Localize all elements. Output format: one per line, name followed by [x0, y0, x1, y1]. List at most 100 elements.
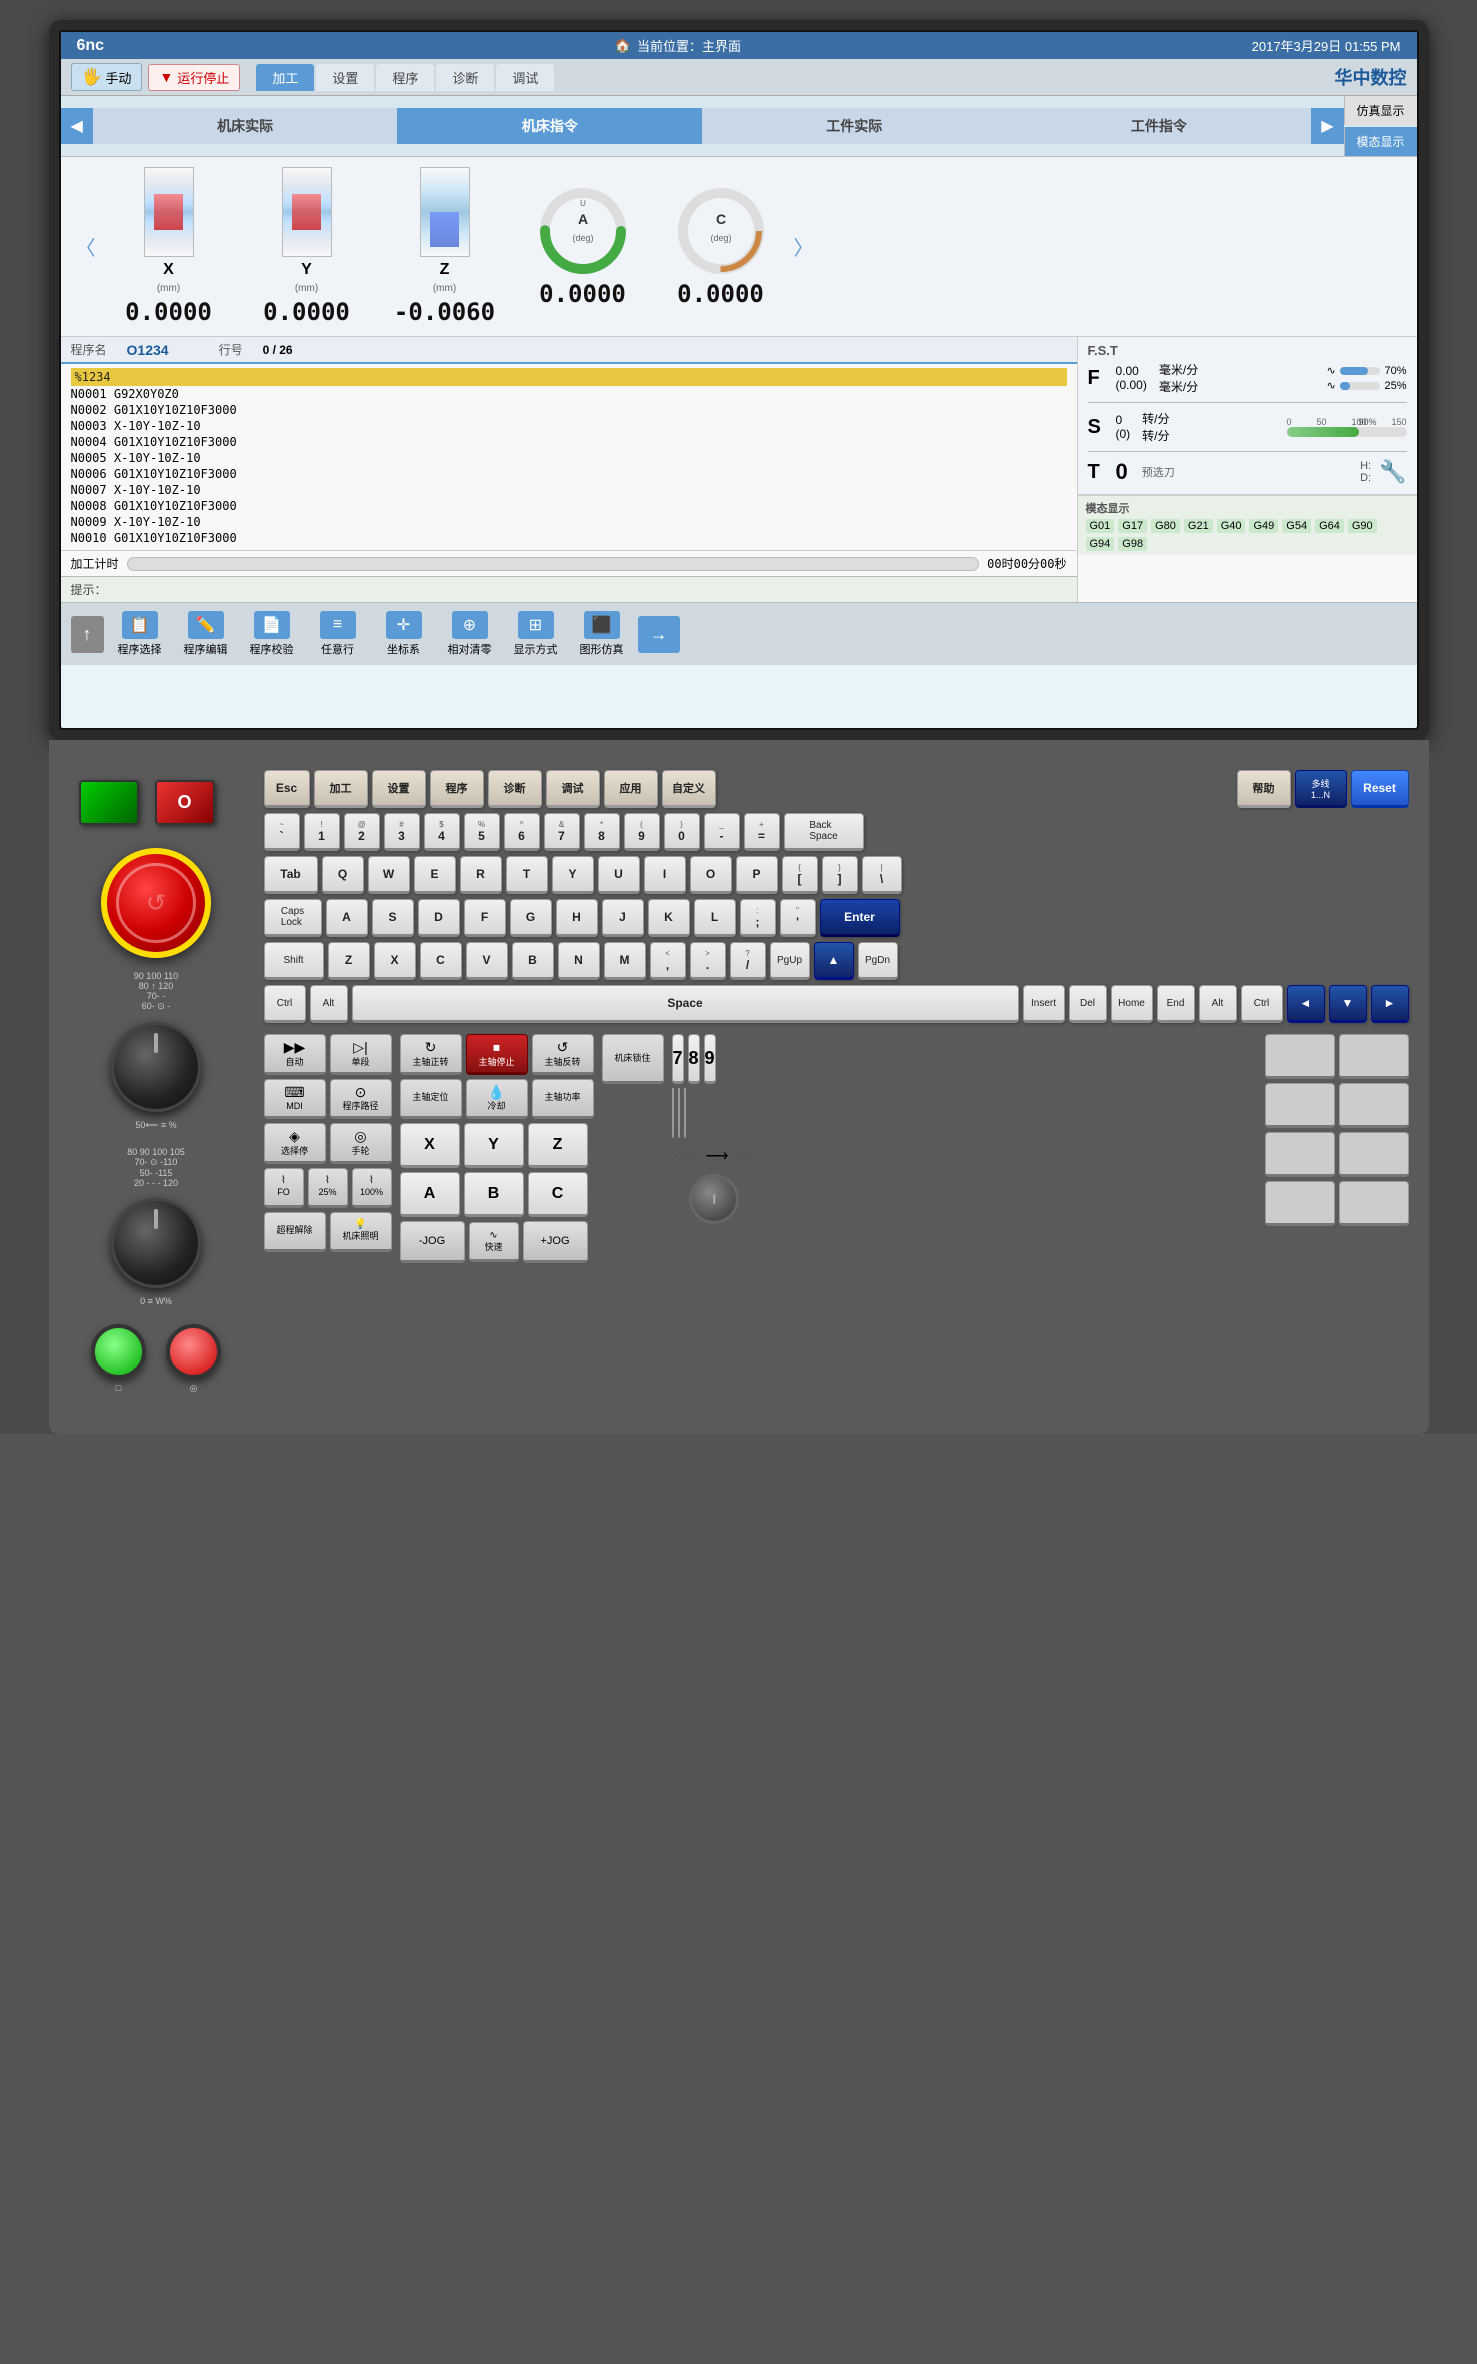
axis-tab-left[interactable]: ◀ — [61, 108, 93, 144]
nav-tab-debug[interactable]: 调试 — [496, 64, 554, 91]
key-f[interactable]: F — [464, 899, 506, 937]
key-spindle-pos[interactable]: 主轴定位 — [400, 1079, 462, 1120]
key-slash[interactable]: ? / — [730, 942, 766, 980]
key-mdi[interactable]: ⌨ MDI — [264, 1079, 326, 1120]
key-v[interactable]: V — [466, 942, 508, 980]
toolbar-btn-prog-select[interactable]: 📋 程序选择 — [110, 607, 170, 661]
key-0[interactable]: ) 0 — [664, 813, 700, 851]
axis-tab-workpiece-actual[interactable]: 工件实际 — [702, 108, 1007, 144]
axis-next-arrow[interactable]: 〉 — [794, 232, 814, 261]
key-func-debug[interactable]: 调试 — [546, 770, 600, 808]
key-rbracket[interactable]: } ] — [822, 856, 858, 894]
key-machine-lock[interactable]: 机床锁住 — [602, 1034, 664, 1084]
key-enter[interactable]: Enter — [820, 899, 900, 937]
key-x[interactable]: X — [374, 942, 416, 980]
key-5[interactable]: % 5 — [464, 813, 500, 851]
key-quote[interactable]: " ' — [780, 899, 816, 937]
key-prog-path[interactable]: ⊙ 程序路径 — [330, 1079, 392, 1120]
toolbar-btn-prog-check[interactable]: 📄 程序校验 — [242, 607, 302, 661]
key-axis-z[interactable]: Z — [528, 1123, 588, 1168]
key-space[interactable]: Space — [352, 985, 1019, 1023]
key-num-8[interactable]: 8 — [688, 1034, 700, 1084]
key-ctrl-l[interactable]: Ctrl — [264, 985, 306, 1023]
key-home[interactable]: Home — [1111, 985, 1153, 1023]
key-spindle-power[interactable]: 主轴功率 — [532, 1079, 594, 1120]
key-handwheel[interactable]: ◎ 手轮 — [330, 1123, 392, 1164]
key-lbracket[interactable]: { [ — [782, 856, 818, 894]
key-backtick[interactable]: ~ ` — [264, 813, 300, 851]
nav-tab-machining[interactable]: 加工 — [256, 64, 314, 91]
key-b[interactable]: B — [512, 942, 554, 980]
key-minus[interactable]: _ - — [704, 813, 740, 851]
key-num-7[interactable]: 7 — [672, 1034, 684, 1084]
power-on-button[interactable] — [79, 780, 139, 825]
key-y[interactable]: Y — [552, 856, 594, 894]
key-overtravel[interactable]: 超程解除 — [264, 1212, 326, 1252]
key-single[interactable]: ▷| 单段 — [330, 1034, 392, 1075]
key-9[interactable]: ( 9 — [624, 813, 660, 851]
key-lighting[interactable]: 💡 机床照明 — [330, 1212, 392, 1252]
key-insert[interactable]: Insert — [1023, 985, 1065, 1023]
key-h[interactable]: H — [556, 899, 598, 937]
key-down[interactable]: ▼ — [1329, 985, 1367, 1023]
key-auto[interactable]: ▶▶ 自动 — [264, 1034, 326, 1075]
key-backslash[interactable]: | \ — [862, 856, 902, 894]
key-6[interactable]: ^ 6 — [504, 813, 540, 851]
key-help[interactable]: 帮助 — [1237, 770, 1291, 808]
speed-knob[interactable] — [111, 1022, 201, 1112]
feed-knob[interactable] — [111, 1198, 201, 1288]
key-z[interactable]: Z — [328, 942, 370, 980]
estop-button[interactable]: ↺ — [101, 848, 211, 958]
key-j[interactable]: J — [602, 899, 644, 937]
toolbar-up-arrow[interactable]: ↑ — [71, 616, 104, 653]
toolbar-btn-coord[interactable]: ✛ 坐标系 — [374, 607, 434, 661]
key-opt-stop[interactable]: ◈ 选择停 — [264, 1123, 326, 1164]
key-jog-minus[interactable]: -JOG — [400, 1221, 465, 1263]
key-m[interactable]: M — [604, 942, 646, 980]
key-t[interactable]: T — [506, 856, 548, 894]
key-w[interactable]: W — [368, 856, 410, 894]
key-u[interactable]: U — [598, 856, 640, 894]
toolbar-btn-graphics[interactable]: ⬛ 图形仿真 — [572, 607, 632, 661]
key-func-machining[interactable]: 加工 — [314, 770, 368, 808]
key-backspace[interactable]: BackSpace — [784, 813, 864, 851]
axis-tab-right[interactable]: ▶ — [1311, 108, 1343, 144]
key-ctrl-r[interactable]: Ctrl — [1241, 985, 1283, 1023]
key-period[interactable]: > . — [690, 942, 726, 980]
toolbar-right-arrow[interactable]: → — [638, 616, 680, 653]
key-c[interactable]: C — [420, 942, 462, 980]
key-spindle-stop[interactable]: ⏹ 主轴停止 — [466, 1034, 528, 1075]
key-func-settings[interactable]: 设置 — [372, 770, 426, 808]
key-pgdn[interactable]: PgDn — [858, 942, 898, 980]
nav-tab-program[interactable]: 程序 — [376, 64, 434, 91]
key-end[interactable]: End — [1157, 985, 1195, 1023]
key-reset[interactable]: Reset — [1351, 770, 1409, 808]
key-tab[interactable]: Tab — [264, 856, 318, 894]
key-p[interactable]: P — [736, 856, 778, 894]
key-a[interactable]: A — [326, 899, 368, 937]
key-equals[interactable]: + = — [744, 813, 780, 851]
key-i[interactable]: I — [644, 856, 686, 894]
key-left[interactable]: ◄ — [1287, 985, 1325, 1023]
power-off-button[interactable]: O — [155, 780, 215, 825]
key-e[interactable]: E — [414, 856, 456, 894]
key-multi[interactable]: 多线1...N — [1295, 770, 1347, 808]
key-axis-y[interactable]: Y — [464, 1123, 524, 1168]
key-func-apply[interactable]: 应用 — [604, 770, 658, 808]
toolbar-btn-prog-edit[interactable]: ✏️ 程序编辑 — [176, 607, 236, 661]
axis-prev-arrow[interactable]: 〈 — [76, 232, 96, 261]
key-o[interactable]: O — [690, 856, 732, 894]
mode-display-btn[interactable]: 模态显示 — [1344, 127, 1417, 156]
key-q[interactable]: Q — [322, 856, 364, 894]
key-capslock[interactable]: CapsLock — [264, 899, 322, 937]
key-func-program[interactable]: 程序 — [430, 770, 484, 808]
key-100pct[interactable]: ⌇ 100% — [352, 1168, 392, 1208]
key-8[interactable]: * 8 — [584, 813, 620, 851]
key-7[interactable]: & 7 — [544, 813, 580, 851]
key-s[interactable]: S — [372, 899, 414, 937]
sim-display-btn[interactable]: 仿真显示 — [1344, 96, 1417, 125]
key-func-custom[interactable]: 自定义 — [662, 770, 716, 808]
key-right[interactable]: ► — [1371, 985, 1409, 1023]
key-1[interactable]: ! 1 — [304, 813, 340, 851]
key-feed-rate[interactable]: ∿ 快速 — [469, 1222, 519, 1262]
